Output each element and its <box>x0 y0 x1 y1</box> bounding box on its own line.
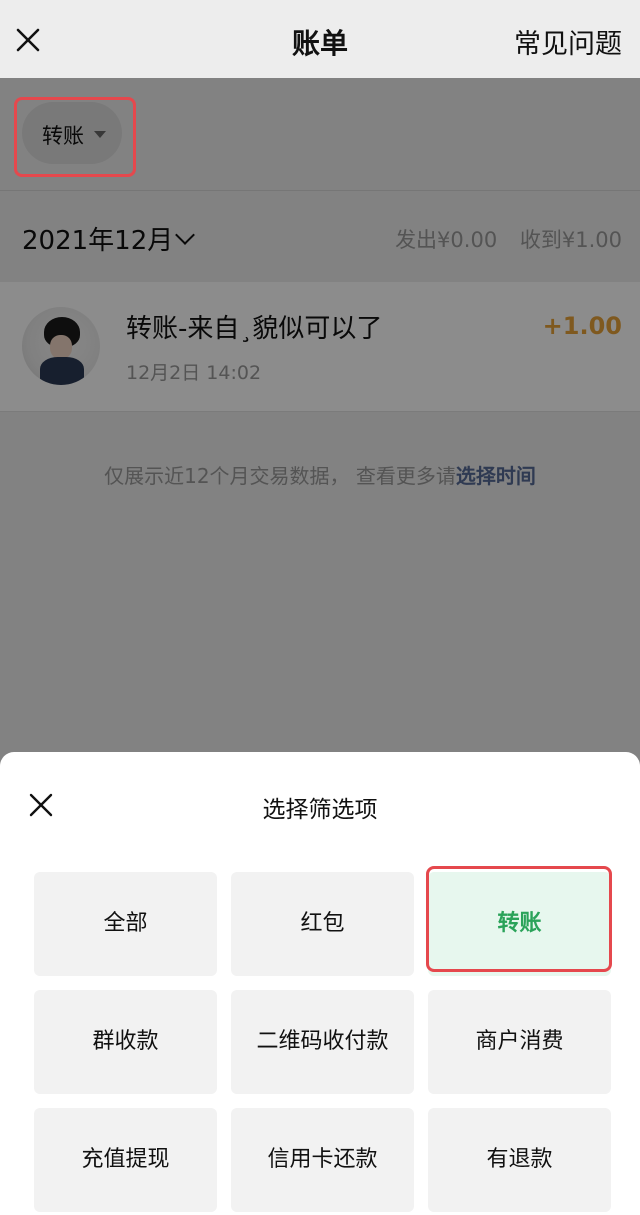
faq-link[interactable]: 常见问题 <box>514 22 622 61</box>
filter-option-refund[interactable]: 有退款 <box>428 1108 611 1212</box>
filter-option-qr-payment[interactable]: 二维码收付款 <box>231 990 414 1094</box>
sheet-title: 选择筛选项 <box>262 797 378 823</box>
filter-option-credit-card[interactable]: 信用卡还款 <box>231 1108 414 1212</box>
filter-option-merchant[interactable]: 商户消费 <box>428 990 611 1094</box>
annotation-highlight-filter <box>14 97 136 177</box>
filter-option-red-packet[interactable]: 红包 <box>231 872 414 976</box>
filter-option-group-collect[interactable]: 群收款 <box>34 990 217 1094</box>
filter-option-topup-withdraw[interactable]: 充值提现 <box>34 1108 217 1212</box>
filter-option-all[interactable]: 全部 <box>34 872 217 976</box>
annotation-highlight-transfer <box>426 866 612 972</box>
filter-sheet: 选择筛选项 全部 红包 转账 群收款 二维码收付款 商户消费 充值提现 信用卡还… <box>0 752 640 1215</box>
app-header: 账单 常见问题 <box>0 0 640 78</box>
